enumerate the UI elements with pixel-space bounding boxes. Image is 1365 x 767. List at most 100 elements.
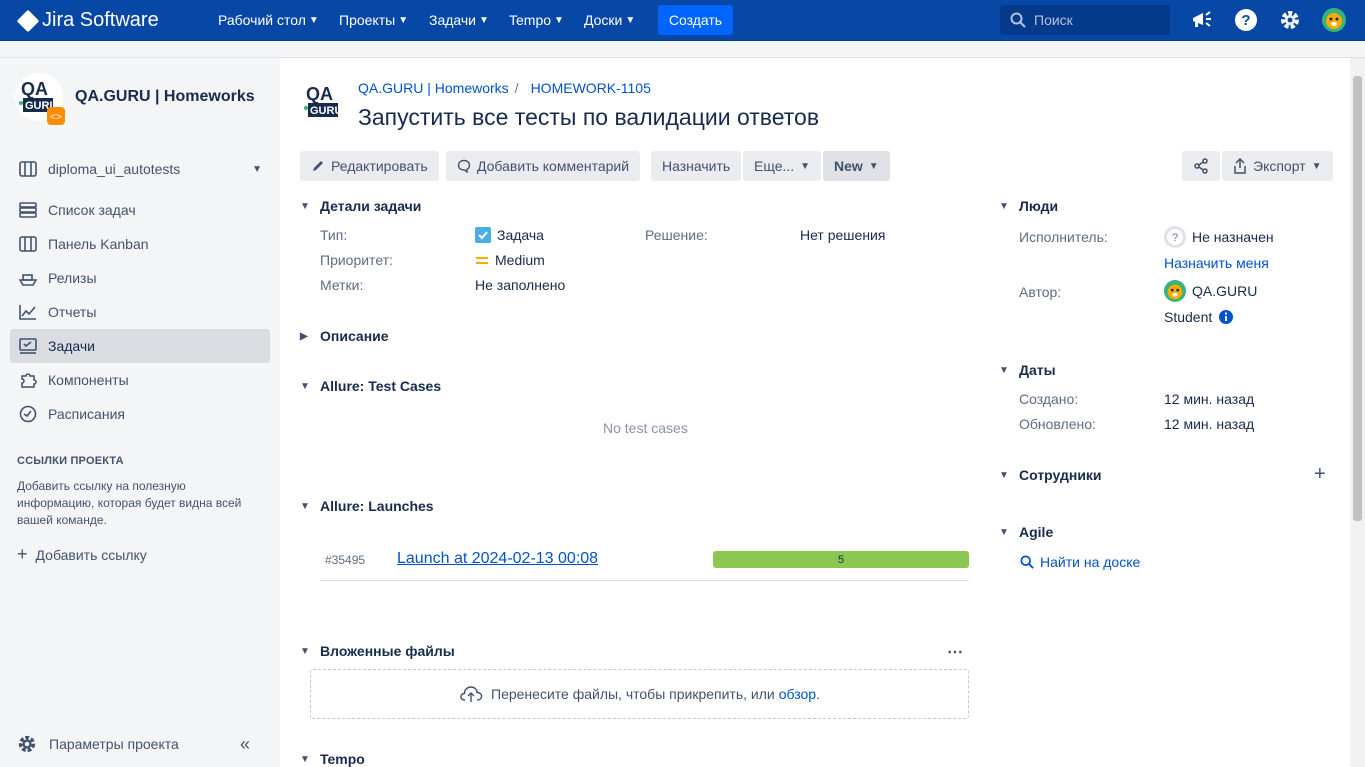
project-links-description: Добавить ссылку на полезную информацию, … [17,479,242,527]
page-scrollbar[interactable] [1350,58,1365,767]
board-name: diploma_ui_autotests [48,161,181,177]
chevron-down-icon: ▼ [300,380,310,392]
more-actions-button[interactable]: Еще... ▼ [743,151,822,181]
svg-text:QA: QA [21,79,48,99]
export-label: Экспорт [1253,158,1306,174]
nav-boards[interactable]: Доски ▼ [584,0,635,40]
allure-test-cases-toggle[interactable]: ▼ Allure: Test Cases [300,378,441,394]
edit-button[interactable]: Редактировать [300,151,439,181]
dates-toggle[interactable]: ▼ Даты [999,362,1056,378]
sidebar-item-components[interactable]: Компоненты [10,363,270,397]
attachments-heading: Вложенные файлы [320,643,455,659]
add-link-button[interactable]: + Добавить ссылку [17,544,147,565]
find-on-board-link[interactable]: Найти на доске [1020,554,1140,570]
jira-logo[interactable]: Jira Software [16,9,159,32]
project-settings-label: Параметры проекта [49,736,179,752]
reporter-label: Автор: [1019,284,1062,300]
launch-progress-bar: 5 [713,551,969,568]
allure-test-cases-heading: Allure: Test Cases [320,378,442,394]
settings-gear-icon[interactable] [1278,8,1302,32]
project-avatar[interactable]: QA GURU [300,78,348,126]
sidebar-item-issues[interactable]: Задачи [10,329,270,363]
resolution-label: Решение: [645,227,708,243]
sidebar-item-reports[interactable]: Отчеты [10,295,270,329]
tempo-toggle[interactable]: ▼ Tempo [300,751,365,767]
unassigned-avatar-icon: ? [1164,226,1186,248]
breadcrumb-separator: / [514,80,519,96]
project-settings-link[interactable]: Параметры проекта [17,734,179,754]
chevron-down-icon: ▼ [625,14,636,26]
chevron-down-icon: ▼ [479,14,489,26]
tempo-heading: Tempo [320,751,365,767]
scrollbar-thumb[interactable] [1353,76,1362,521]
status-dropdown[interactable]: New ▼ [823,151,890,181]
sidebar-item-kanban[interactable]: Панель Kanban [10,227,270,261]
svg-text:<>: <> [50,112,62,123]
browse-link[interactable]: обзор [779,686,816,702]
search-icon [1010,12,1026,28]
chevron-down-icon: ▼ [252,163,262,175]
staff-heading: Сотрудники [1019,467,1102,483]
assignee-label: Исполнитель: [1019,229,1108,245]
export-icon [1234,158,1246,174]
staff-toggle[interactable]: ▼ Сотрудники [999,467,1102,483]
add-comment-button[interactable]: Добавить комментарий [446,151,641,181]
resolution-value: Нет решения [800,227,886,243]
chevron-down-icon: ▼ [868,160,879,172]
dropzone-dot: . [816,686,820,702]
people-toggle[interactable]: ▼ Люди [999,198,1058,214]
breadcrumb-project-link[interactable]: QA.GURU | Homeworks [358,80,509,96]
sidebar-item-label: Компоненты [48,372,129,388]
clock-icon [18,404,38,424]
reporter-role: Student [1164,309,1234,325]
agile-toggle[interactable]: ▼ Agile [999,524,1053,540]
assign-to-me-link[interactable]: Назначить меня [1164,255,1269,271]
nav-dashboard[interactable]: Рабочий стол ▼ [218,0,319,40]
search-placeholder: Поиск [1034,12,1073,28]
breadcrumb-issue-key-link[interactable]: HOMEWORK-1105 [531,80,651,96]
board-icon [18,159,38,179]
sidebar-item-schedules[interactable]: Расписания [10,397,270,431]
chevron-down-icon: ▼ [554,14,564,26]
launch-link[interactable]: Launch at 2024-02-13 00:08 [397,550,598,568]
issues-icon [18,336,38,356]
search-input[interactable]: Поиск [1000,5,1170,35]
sidebar-item-backlog[interactable]: Список задач [10,193,270,227]
collapse-sidebar-icon[interactable]: « [240,734,250,755]
user-avatar-icon[interactable] [1322,8,1346,32]
chevron-right-icon: ▶ [300,330,308,342]
priority-label: Приоритет: [320,252,393,268]
add-staff-plus-icon[interactable]: + [1314,463,1326,486]
details-heading: Детали задачи [320,198,422,214]
notifications-icon[interactable] [1190,8,1214,32]
add-link-label: Добавить ссылку [35,546,147,563]
nav-issues[interactable]: Задачи ▼ [429,0,489,40]
export-button[interactable]: Экспорт ▼ [1222,151,1333,181]
more-options-icon[interactable]: ⋯ [947,642,963,662]
nav-projects[interactable]: Проекты ▼ [339,0,408,40]
sidebar-item-label: Панель Kanban [48,236,149,252]
created-value: 12 мин. назад [1164,391,1255,407]
sidebar-item-releases[interactable]: Релизы [10,261,270,295]
allure-launches-toggle[interactable]: ▼ Allure: Launches [300,498,434,514]
labels-label: Метки: [320,277,364,293]
board-icon [18,234,38,254]
chevron-down-icon: ▼ [1311,160,1322,172]
reporter-value[interactable]: QA.GURU [1164,280,1257,302]
board-selector[interactable]: diploma_ui_autotests ▼ [10,152,270,186]
share-button[interactable] [1182,151,1220,181]
details-section-toggle[interactable]: ▼ Детали задачи [300,198,421,214]
create-button[interactable]: Создать [658,5,733,35]
nav-tempo[interactable]: Tempo ▼ [509,0,564,40]
project-title[interactable]: QA.GURU | Homeworks [75,88,255,106]
info-icon[interactable] [1218,309,1234,325]
file-dropzone[interactable]: Перенесите файлы, чтобы прикрепить, или о… [310,669,969,719]
pencil-icon [313,161,323,171]
issue-view: QA GURU QA.GURU | Homeworks / HOMEWORK-11… [280,58,1350,767]
attachments-toggle[interactable]: ▼ Вложенные файлы [300,643,455,659]
chevron-down-icon: ▼ [308,14,319,26]
description-section-toggle[interactable]: ▶ Описание [300,328,389,344]
assign-button[interactable]: Назначить [651,151,742,181]
help-icon[interactable]: ? [1234,8,1258,32]
nav-label: Рабочий стол [218,12,306,28]
